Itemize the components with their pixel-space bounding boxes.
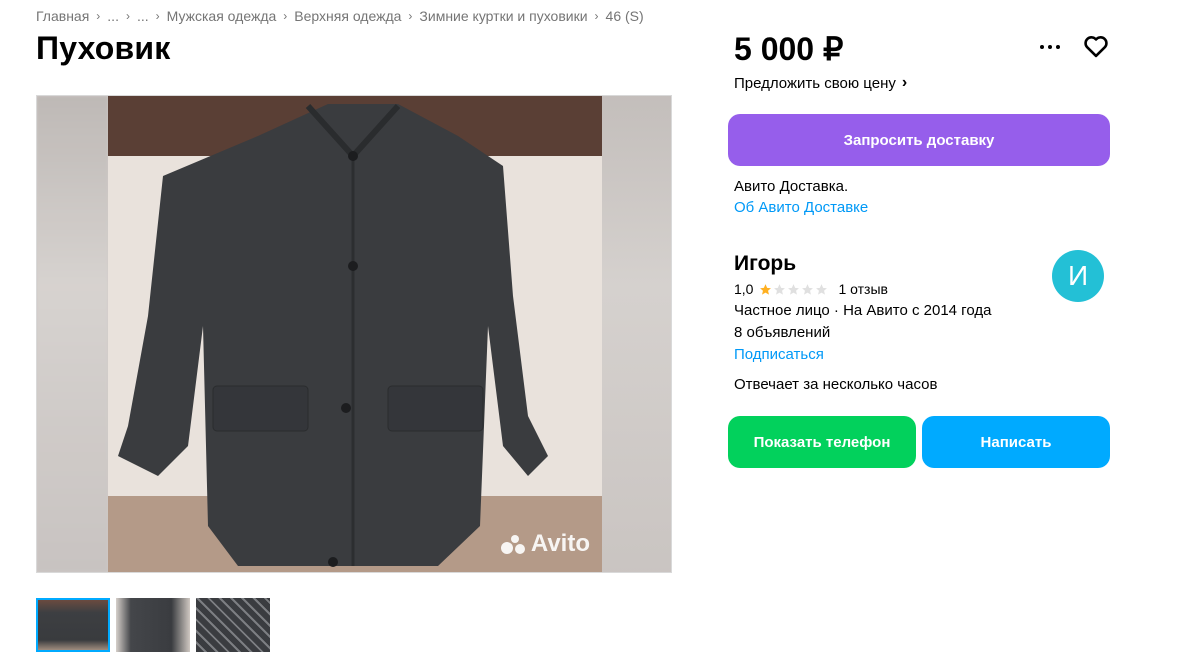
avatar[interactable]: И bbox=[1052, 250, 1104, 302]
seller-listings-count[interactable]: 8 объявлений bbox=[734, 324, 830, 341]
chevron-right-icon: › bbox=[408, 9, 413, 23]
write-message-button[interactable]: Написать bbox=[922, 416, 1110, 468]
breadcrumb-outerwear[interactable]: Верхняя одежда bbox=[294, 8, 401, 24]
price: 5 000 ₽ bbox=[734, 31, 844, 67]
about-delivery-link[interactable]: Об Авито Доставке bbox=[734, 199, 868, 216]
chevron-right-icon: › bbox=[125, 9, 130, 23]
breadcrumb-ellipsis-2[interactable]: ... bbox=[137, 8, 149, 24]
chevron-right-icon: › bbox=[594, 9, 599, 23]
star-empty-icon bbox=[802, 283, 814, 295]
star-filled-icon bbox=[760, 283, 772, 295]
seller-name[interactable]: Игорь bbox=[734, 252, 796, 276]
photo-gallery[interactable]: Avito bbox=[36, 95, 672, 573]
heart-icon[interactable] bbox=[1082, 32, 1110, 60]
breadcrumb-ellipsis-1[interactable]: ... bbox=[107, 8, 119, 24]
thumbnail-2[interactable] bbox=[116, 598, 190, 652]
gallery-blur-left bbox=[37, 96, 108, 572]
watermark-text: Avito bbox=[530, 530, 590, 557]
chevron-right-icon: › bbox=[96, 9, 101, 23]
avito-logo-icon bbox=[500, 533, 527, 555]
reviews-link[interactable]: 1 отзыв bbox=[838, 281, 888, 297]
breadcrumb-mens-clothing[interactable]: Мужская одежда bbox=[167, 8, 277, 24]
thumbnail-strip bbox=[36, 598, 270, 652]
offer-price-link[interactable]: Предложить свою цену › bbox=[734, 74, 907, 92]
star-empty-icon bbox=[816, 283, 828, 295]
chevron-right-icon: › bbox=[901, 74, 908, 91]
reply-time: Отвечает за несколько часов bbox=[734, 376, 938, 393]
delivery-info: Авито Доставка. bbox=[734, 178, 849, 195]
star-empty-icon bbox=[788, 283, 800, 295]
breadcrumb-size[interactable]: 46 (S) bbox=[606, 8, 644, 24]
breadcrumb-winter-jackets[interactable]: Зимние куртки и пуховики bbox=[419, 8, 587, 24]
seller-rating: 1,0 1 отзыв bbox=[734, 281, 888, 297]
main-photo[interactable]: Avito bbox=[108, 96, 602, 572]
chevron-right-icon: › bbox=[155, 9, 160, 23]
offer-price-label: Предложить свою цену bbox=[734, 74, 896, 92]
jacket-photo bbox=[108, 96, 602, 572]
chevron-right-icon: › bbox=[283, 9, 288, 23]
subscribe-link[interactable]: Подписаться bbox=[734, 346, 824, 363]
seller-type: Частное лицо · На Авито с 2014 года bbox=[734, 302, 992, 319]
breadcrumb-home[interactable]: Главная bbox=[36, 8, 89, 24]
page-title: Пуховик bbox=[36, 30, 171, 66]
gallery-blur-right bbox=[600, 96, 671, 572]
star-empty-icon bbox=[774, 283, 786, 295]
show-phone-button[interactable]: Показать телефон bbox=[728, 416, 916, 468]
breadcrumb: Главная › ... › ... › Мужская одежда › В… bbox=[36, 8, 644, 24]
request-delivery-button[interactable]: Запросить доставку bbox=[728, 114, 1110, 166]
more-horizontal-icon[interactable] bbox=[1040, 40, 1064, 54]
thumbnail-3[interactable] bbox=[196, 598, 270, 652]
thumbnail-1[interactable] bbox=[36, 598, 110, 652]
avito-watermark: Avito bbox=[500, 530, 590, 558]
rating-value: 1,0 bbox=[734, 281, 754, 297]
rating-stars bbox=[759, 283, 828, 296]
